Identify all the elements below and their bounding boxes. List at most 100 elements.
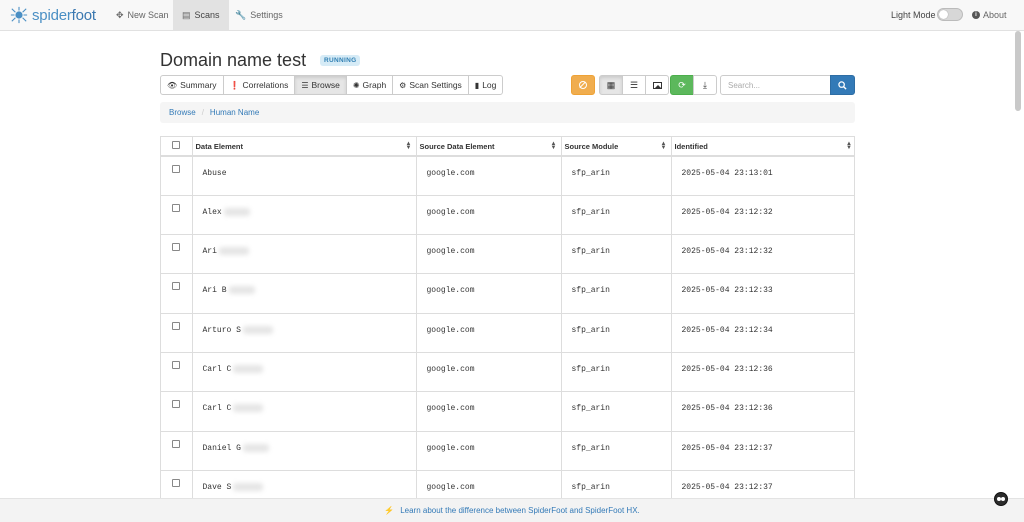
refresh-button[interactable]: ⟳ [670, 75, 694, 95]
search-input[interactable] [720, 75, 831, 95]
mascot-icon[interactable] [994, 492, 1008, 506]
tab-summary[interactable]: 👁 Summary [160, 75, 224, 95]
row-checkbox[interactable] [172, 243, 181, 252]
refresh-icon: ⟳ [678, 79, 686, 90]
breadcrumb: Browse / Human Name [160, 102, 855, 123]
source-data-element-cell: google.com [416, 156, 562, 196]
source-data-element-value: google.com [426, 404, 475, 414]
row-select-cell [161, 156, 193, 196]
page-scrollbar[interactable] [1015, 31, 1021, 111]
tab-graph[interactable]: ✺ Graph [345, 75, 394, 95]
data-element-value: Alex [202, 207, 222, 217]
column-header-source-data-element[interactable]: Source Data Element ▲ ▼ [416, 137, 562, 157]
table-row[interactable]: Carl C google.com sfp_arin 2025-05-04 23:12… [161, 352, 854, 393]
source-module-cell: sfp_arin [561, 234, 672, 275]
data-element-value: Carl C [202, 404, 232, 414]
data-element-value: Arturo S [202, 325, 241, 335]
tab-log-label: Log [482, 80, 497, 90]
nav-settings[interactable]: 🔧 Settings [226, 0, 292, 30]
breadcrumb-browse-link[interactable]: Browse [169, 108, 196, 117]
source-data-element-cell: google.com [416, 313, 562, 353]
tab-correlations[interactable]: ❗ Correlations [222, 75, 296, 95]
source-module-value: sfp_arin [571, 364, 610, 374]
brand-name: spiderfoot [32, 6, 96, 24]
nav-new-scan-label: New Scan [127, 10, 169, 20]
row-checkbox[interactable] [172, 478, 181, 487]
row-select-cell [161, 313, 193, 353]
column-header-source-module[interactable]: Source Module ▲ ▼ [561, 137, 672, 157]
nav-about[interactable]: i About [972, 10, 1007, 20]
table-row[interactable]: Arturo S google.com sfp_arin 2025-05-04 23:… [161, 313, 854, 353]
redacted-text [233, 482, 264, 491]
data-element-value: Carl C [202, 365, 232, 375]
scan-tabs: 👁 Summary ❗ Correlations ☰ Browse ✺ Graph ⚙ S… [160, 75, 504, 95]
identified-value: 2025-05-04 23:12:32 [681, 207, 773, 217]
exclamation-icon: ❗ [229, 80, 240, 90]
source-data-element-cell: google.com [416, 234, 562, 275]
table-row[interactable]: Ari B google.com sfp_arin 2025-05-04 23:12:… [161, 273, 854, 314]
data-element-cell: Dave S [192, 470, 417, 498]
light-mode-label: Light Mode [891, 10, 936, 20]
tab-browse[interactable]: ☰ Browse [294, 75, 347, 95]
source-data-element-value: google.com [426, 482, 475, 492]
select-all-checkbox[interactable] [172, 141, 181, 149]
source-module-cell: sfp_arin [561, 431, 672, 471]
data-element-cell: Ari B [192, 273, 417, 314]
row-checkbox[interactable] [172, 203, 181, 212]
identified-cell: 2025-05-04 23:12:32 [671, 234, 854, 275]
tab-scan-settings-label: Scan Settings [409, 80, 462, 90]
grid-view-button[interactable]: ▦ [599, 75, 623, 95]
identified-value: 2025-05-04 23:12:32 [681, 247, 773, 257]
source-module-value: sfp_arin [571, 404, 610, 414]
status-badge: RUNNING [320, 55, 361, 66]
table-row[interactable]: Alex google.com sfp_arin 2025-05-04 23:12:3… [161, 195, 854, 236]
table-row[interactable]: Carl C google.com sfp_arin 2025-05-04 23:12… [161, 391, 854, 432]
row-checkbox[interactable] [172, 400, 181, 409]
redacted-text [233, 404, 264, 413]
row-select-cell [161, 195, 193, 236]
row-checkbox[interactable] [172, 165, 181, 173]
data-element-value: Daniel G [202, 443, 241, 453]
nav-scans[interactable]: ▤ Scans [173, 0, 229, 30]
row-checkbox[interactable] [172, 360, 181, 369]
sort-icon: ▲ ▼ [405, 141, 412, 151]
table-row[interactable]: Dave S google.com sfp_arin 2025-05-04 23:12… [161, 470, 854, 498]
eye-icon: 👁 [167, 80, 178, 90]
tab-scan-settings[interactable]: ⚙ Scan Settings [392, 75, 469, 95]
stop-scan-button[interactable] [571, 75, 595, 95]
row-checkbox[interactable] [172, 321, 181, 330]
column-header-data-element[interactable]: Data Element ▲ ▼ [192, 137, 417, 157]
light-mode-toggle[interactable] [937, 8, 963, 21]
redacted-text [242, 325, 273, 334]
row-select-cell [161, 431, 193, 471]
brand-logo-link[interactable]: spiderfoot [10, 5, 96, 25]
nav-new-scan[interactable]: ✥ New Scan [107, 0, 178, 30]
sort-icon: ▲ ▼ [846, 141, 852, 151]
image-view-button[interactable] [645, 75, 669, 95]
table-row[interactable]: Ari google.com sfp_arin 2025-05-04 23:12:32 [161, 234, 854, 275]
source-module-cell: sfp_arin [561, 391, 672, 432]
source-module-cell: sfp_arin [561, 313, 672, 353]
table-row[interactable]: Daniel G google.com sfp_arin 2025-05-04 23:… [161, 431, 854, 471]
identified-cell: 2025-05-04 23:13:01 [671, 156, 854, 196]
breadcrumb-current[interactable]: Human Name [210, 108, 259, 117]
source-data-element-cell: google.com [416, 431, 562, 471]
identified-value: 2025-05-04 23:13:01 [681, 169, 773, 178]
table-icon: ☰ [629, 79, 639, 90]
row-checkbox[interactable] [172, 282, 181, 291]
tab-log[interactable]: ▮ Log [467, 75, 504, 95]
table-view-button[interactable]: ☰ [622, 75, 646, 95]
identified-value: 2025-05-04 23:12:37 [681, 443, 773, 453]
download-button[interactable]: ⤓ [693, 75, 717, 95]
footer-hx-link[interactable]: Learn about the difference between Spide… [400, 506, 640, 515]
breadcrumb-separator: / [201, 108, 204, 117]
source-data-element-value: google.com [426, 247, 475, 257]
row-checkbox[interactable] [172, 439, 181, 448]
column-header-identified[interactable]: Identified ▲ ▼ [671, 137, 854, 157]
source-module-value: sfp_arin [571, 286, 610, 296]
search-button[interactable] [830, 75, 855, 95]
source-data-element-cell: google.com [416, 273, 562, 314]
source-data-element-cell: google.com [416, 352, 562, 393]
table-row[interactable]: Abuse google.com sfp_arin 2025-05-04 23:13:… [161, 156, 854, 196]
page-title: Domain name test [160, 50, 307, 70]
